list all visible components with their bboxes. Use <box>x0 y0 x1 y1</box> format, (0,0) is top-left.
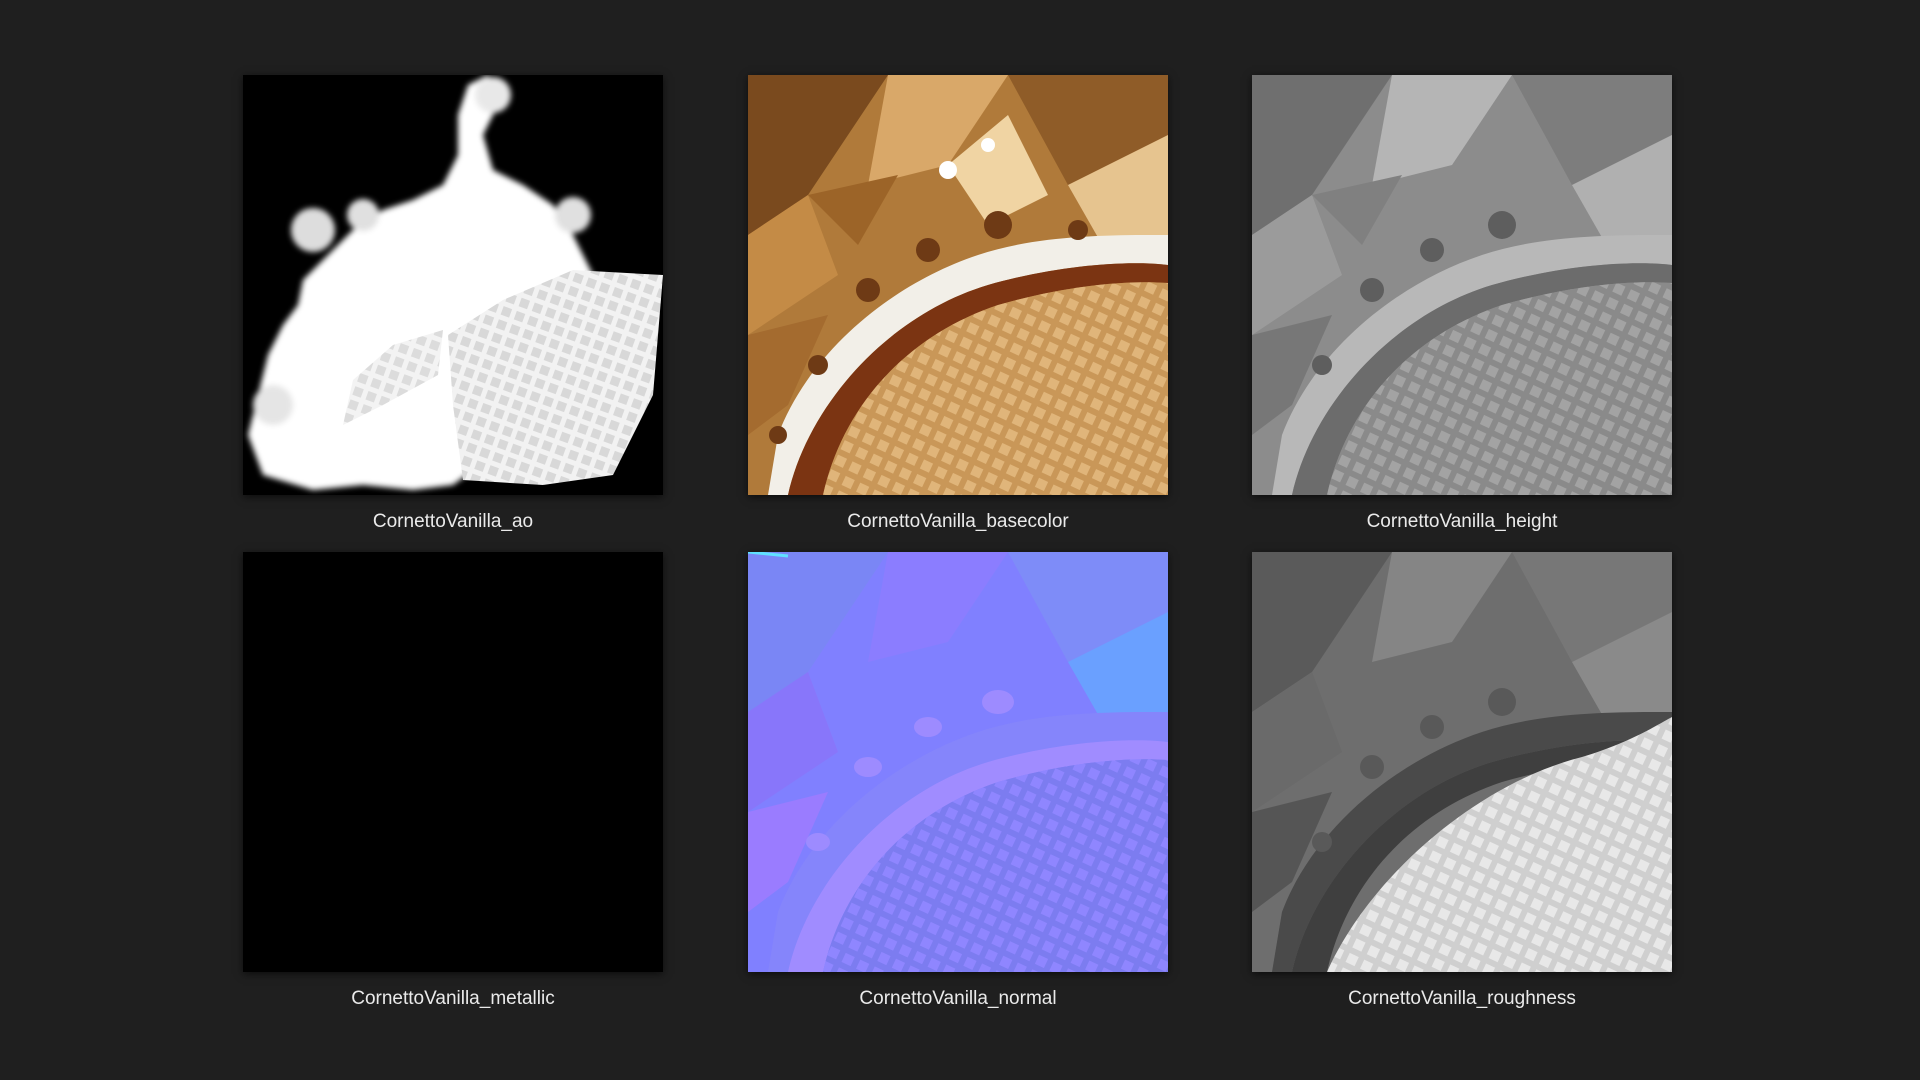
file-tile-roughness[interactable]: CornettoVanilla_roughness <box>1252 552 1672 1011</box>
roughness-thumbnail[interactable] <box>1252 552 1672 972</box>
file-name: CornettoVanilla_roughness <box>1348 988 1576 1009</box>
file-name: CornettoVanilla_normal <box>859 988 1057 1009</box>
file-tile-basecolor[interactable]: CornettoVanilla_basecolor <box>748 75 1168 534</box>
file-name: CornettoVanilla_metallic <box>351 988 555 1009</box>
file-name: CornettoVanilla_ao <box>372 511 534 532</box>
file-gallery: CornettoVanilla_ao CornettoVanilla_basec… <box>0 0 1920 1080</box>
file-name: CornettoVanilla_basecolor <box>847 511 1069 532</box>
ao-thumbnail[interactable] <box>243 75 663 495</box>
height-thumbnail[interactable] <box>1252 75 1672 495</box>
file-tile-normal[interactable]: CornettoVanilla_normal <box>748 552 1168 1011</box>
file-name: CornettoVanilla_height <box>1366 511 1558 532</box>
file-tile-ao[interactable]: CornettoVanilla_ao <box>243 75 663 534</box>
basecolor-thumbnail[interactable] <box>748 75 1168 495</box>
file-tile-metallic[interactable]: CornettoVanilla_metallic <box>243 552 663 1011</box>
file-tile-height[interactable]: CornettoVanilla_height <box>1252 75 1672 534</box>
metallic-thumbnail[interactable] <box>243 552 663 972</box>
normal-thumbnail[interactable] <box>748 552 1168 972</box>
